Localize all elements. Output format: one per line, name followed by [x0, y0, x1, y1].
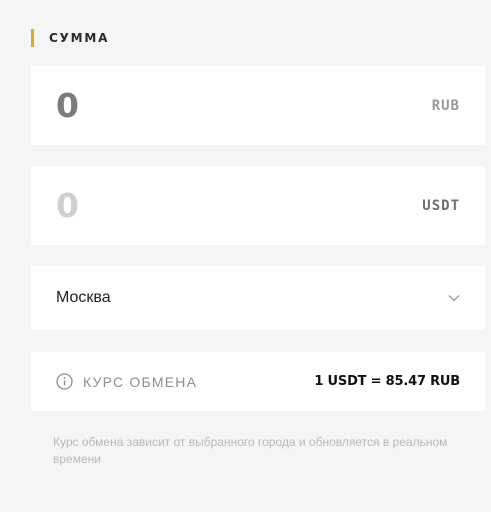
exchange-rate-label: КУРС ОБМЕНА — [83, 373, 198, 390]
section-header: СУММА — [31, 28, 109, 48]
rub-currency-label: RUB — [431, 97, 460, 114]
chevron-down-icon[interactable] — [448, 294, 460, 302]
usdt-amount-value[interactable]: 0 — [56, 189, 79, 222]
exchange-rate-label-group: КУРС ОБМЕНА — [56, 373, 197, 390]
exchange-rate-value: 1 USDT = 85.47 RUB — [314, 374, 460, 389]
section-title: СУММА — [49, 31, 110, 45]
section-accent-bar — [31, 29, 34, 47]
usdt-currency-label: USDT — [422, 197, 460, 214]
exchange-rate-note: Курс обмена зависит от выбранного города… — [53, 435, 448, 466]
exchange-rate-row: КУРС ОБМЕНА 1 USDT = 85.47 RUB — [31, 352, 485, 411]
city-select-value: Москва — [56, 289, 111, 306]
info-icon[interactable] — [56, 373, 73, 390]
rub-amount-field[interactable]: 0 RUB — [31, 66, 485, 145]
usdt-amount-field[interactable]: 0 USDT — [31, 166, 485, 245]
city-select[interactable]: Москва — [31, 266, 485, 330]
rub-amount-value[interactable]: 0 — [56, 89, 79, 122]
